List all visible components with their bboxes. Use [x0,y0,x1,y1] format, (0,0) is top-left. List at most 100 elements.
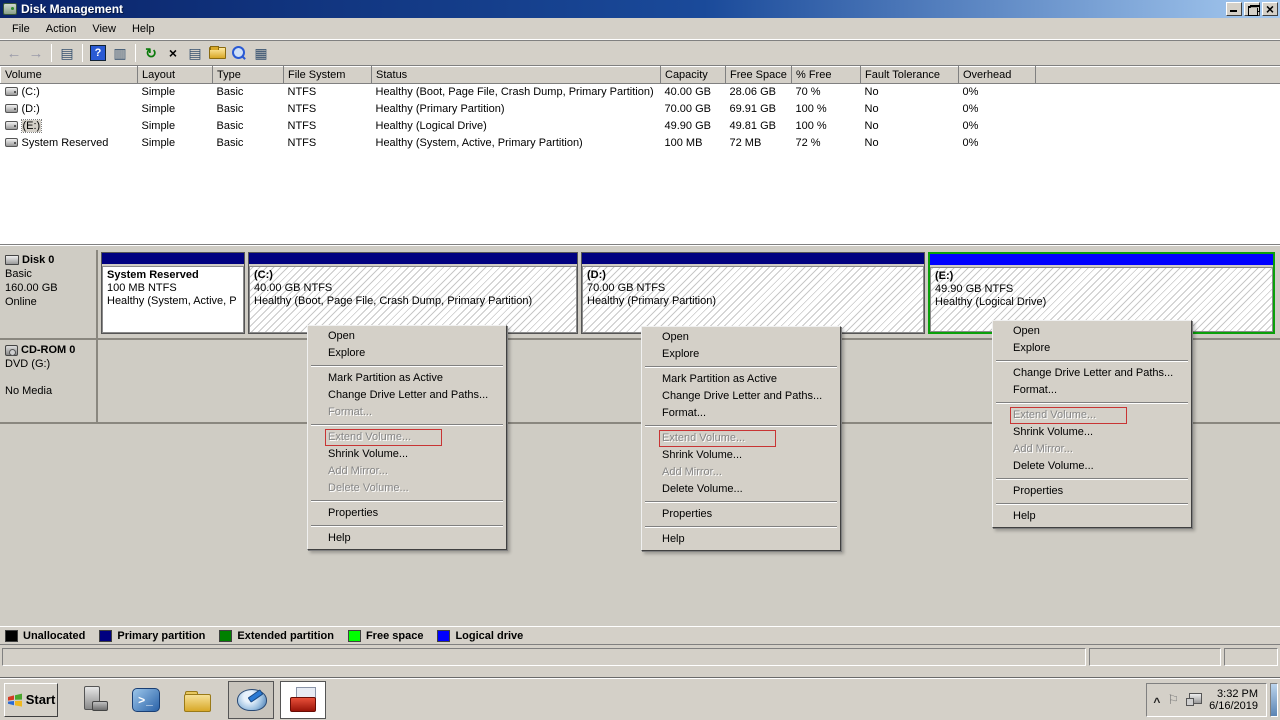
menu-item-open[interactable]: Open [644,329,838,346]
disk-0-status: Online [5,296,92,308]
partition-body[interactable]: System Reserved100 MB NTFSHealthy (Syste… [102,266,244,333]
menu-item-label: Help [662,531,685,548]
menu-item-open[interactable]: Open [310,328,504,345]
table-row[interactable]: (E:)SimpleBasicNTFSHealthy (Logical Driv… [1,118,1280,135]
menu-item-open[interactable]: Open [995,323,1189,340]
menu-item-shrink-volume[interactable]: Shrink Volume... [644,447,838,464]
menu-action[interactable]: Action [38,20,85,38]
delete-icon[interactable]: × [163,43,183,63]
menu-item-help[interactable]: Help [995,508,1189,525]
menu-item-add-mirror: Add Mirror... [310,463,504,480]
column-header--free[interactable]: % Free [792,67,861,84]
partition-body[interactable]: (D:)70.00 GB NTFSHealthy (Primary Partit… [582,266,924,333]
restore-button[interactable] [1244,2,1260,16]
menu-item-mark-partition-as-active[interactable]: Mark Partition as Active [644,371,838,388]
cdrom-0-info-panel[interactable]: CD-ROM 0 DVD (G:) No Media [0,340,98,422]
flag-icon[interactable]: ⚐ [1167,692,1179,708]
open-icon[interactable] [207,43,227,63]
menu-item-delete-volume[interactable]: Delete Volume... [995,458,1189,475]
explorer-folder-icon[interactable] [182,685,212,715]
column-header-type[interactable]: Type [213,67,284,84]
menu-help[interactable]: Help [124,20,163,38]
partition-block-c[interactable]: (C:)40.00 GB NTFSHealthy (Boot, Page Fil… [248,252,578,334]
table-row[interactable]: (C:)SimpleBasicNTFSHealthy (Boot, Page F… [1,84,1280,101]
collapse-chevron-icon[interactable]: ^ [1153,695,1160,709]
menu-item-label: Add Mirror... [328,463,388,480]
disk-management-task-button[interactable] [228,681,274,719]
menu-item-change-drive-letter-and-paths[interactable]: Change Drive Letter and Paths... [644,388,838,405]
minimize-button[interactable] [1226,2,1242,16]
clock[interactable]: 3:32 PM 6/16/2019 [1209,688,1260,712]
column-header-free-space[interactable]: Free Space [726,67,792,84]
column-header-capacity[interactable]: Capacity [661,67,726,84]
menu-item-label: Explore [1013,340,1050,357]
menu-item-label: Open [1013,323,1040,340]
toolbar-separator [51,44,52,62]
column-header-file-system[interactable]: File System [284,67,372,84]
partition-status: Healthy (System, Active, P [107,295,239,308]
partition-block-d[interactable]: (D:)70.00 GB NTFSHealthy (Primary Partit… [581,252,925,334]
menu-item-explore[interactable]: Explore [644,346,838,363]
back-icon[interactable]: ← [4,43,24,63]
menu-item-label: Mark Partition as Active [328,370,443,387]
find-icon[interactable] [229,43,249,63]
show-console-tree-icon[interactable]: ▤ [57,43,77,63]
start-button[interactable]: Start [4,683,58,717]
menu-item-help[interactable]: Help [310,530,504,547]
menu-item-help[interactable]: Help [644,531,838,548]
powershell-icon[interactable] [132,688,160,712]
column-header-overhead[interactable]: Overhead [959,67,1036,84]
legend-label: Primary partition [117,630,205,642]
disk-0-type: Basic [5,268,92,280]
menu-item-explore[interactable]: Explore [310,345,504,362]
close-button[interactable] [1262,2,1278,16]
column-header-fault-tolerance[interactable]: Fault Tolerance [861,67,959,84]
menu-file[interactable]: File [4,20,38,38]
menu-item-format[interactable]: Format... [995,382,1189,399]
menu-item-label: Extend Volume... [659,430,776,447]
table-row[interactable]: (D:)SimpleBasicNTFSHealthy (Primary Part… [1,101,1280,118]
menu-view[interactable]: View [84,20,124,38]
menu-item-label: Delete Volume... [662,481,743,498]
menu-item-change-drive-letter-and-paths[interactable]: Change Drive Letter and Paths... [310,387,504,404]
legend-label: Extended partition [237,630,334,642]
partition-color-band [249,253,577,264]
column-header-status[interactable]: Status [372,67,661,84]
computer-management-task-button[interactable] [280,681,326,719]
show-action-pane-icon[interactable]: ▥ [110,43,130,63]
column-header-volume[interactable]: Volume [1,67,138,84]
network-icon[interactable] [1186,693,1202,706]
show-desktop-button[interactable] [1270,683,1278,717]
menu-item-shrink-volume[interactable]: Shrink Volume... [310,446,504,463]
server-manager-icon[interactable] [80,685,110,715]
menu-item-properties[interactable]: Properties [310,505,504,522]
context-menu-drive-e: OpenExplore Change Drive Letter and Paths… [992,320,1192,528]
menu-item-delete-volume[interactable]: Delete Volume... [644,481,838,498]
volume-name: (C:) [22,86,40,98]
menu-item-label: Properties [1013,483,1063,500]
properties-icon[interactable]: ▤ [185,43,205,63]
partition-block-systemreserved[interactable]: System Reserved100 MB NTFSHealthy (Syste… [101,252,245,334]
disk-0-info-panel[interactable]: Disk 0 Basic 160.00 GB Online [0,250,98,338]
menu-item-explore[interactable]: Explore [995,340,1189,357]
menu-item-properties[interactable]: Properties [995,483,1189,500]
forward-icon[interactable]: → [26,43,46,63]
menu-item-format[interactable]: Format... [644,405,838,422]
manage-icon[interactable]: ▦ [251,43,271,63]
title-bar[interactable]: Disk Management [0,0,1280,18]
table-row[interactable]: System ReservedSimpleBasicNTFSHealthy (S… [1,135,1280,152]
window-title: Disk Management [21,2,1226,16]
menu-item-change-drive-letter-and-paths[interactable]: Change Drive Letter and Paths... [995,365,1189,382]
help-icon[interactable] [88,43,108,63]
menu-item-properties[interactable]: Properties [644,506,838,523]
menu-separator [311,424,503,426]
refresh-icon[interactable]: ↻ [141,43,161,63]
legend-item: Free space [348,630,423,642]
column-header-filler[interactable] [1036,67,1280,84]
quick-launch [80,685,212,715]
menu-item-mark-partition-as-active[interactable]: Mark Partition as Active [310,370,504,387]
column-header-layout[interactable]: Layout [138,67,213,84]
menu-item-shrink-volume[interactable]: Shrink Volume... [995,424,1189,441]
partition-body[interactable]: (C:)40.00 GB NTFSHealthy (Boot, Page Fil… [249,266,577,333]
context-menu-drive-d: OpenExplore Mark Partition as ActiveChang… [641,326,841,551]
